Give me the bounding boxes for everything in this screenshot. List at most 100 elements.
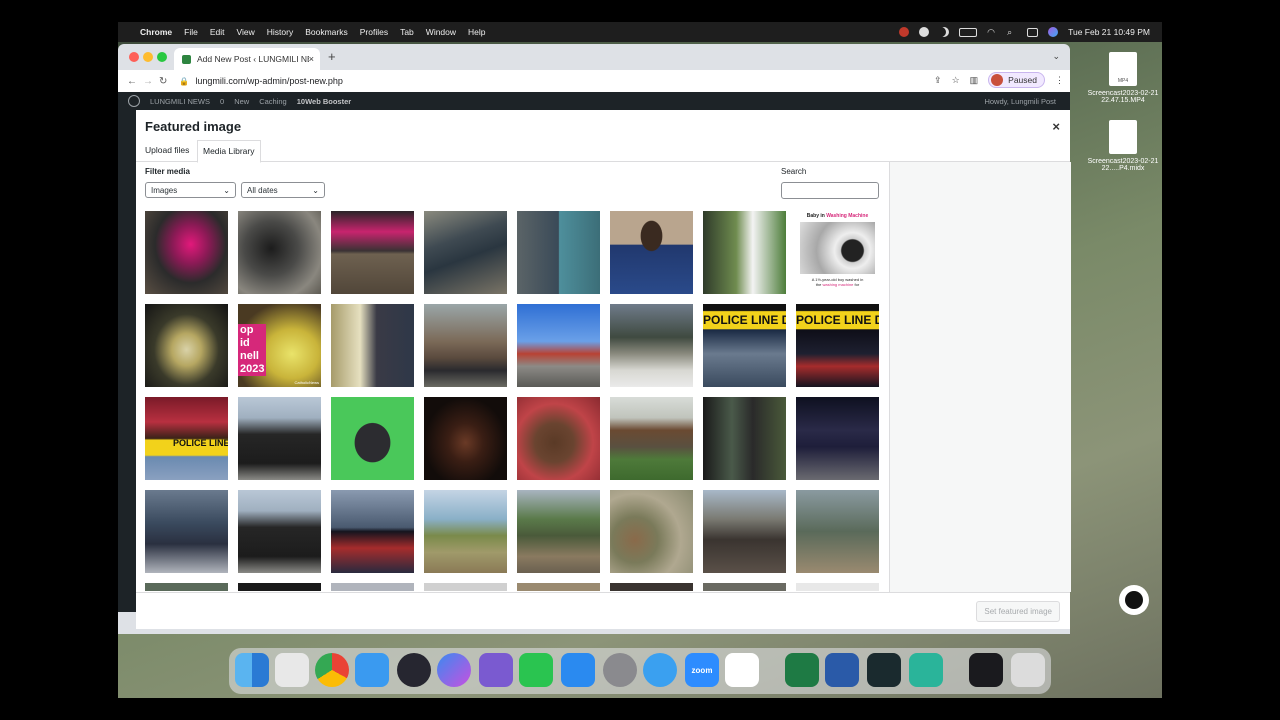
wp-booster[interactable]: 10Web Booster [297, 97, 351, 106]
media-item[interactable] [703, 397, 786, 480]
set-featured-image-button[interactable]: Set featured image [976, 601, 1060, 622]
siri-icon[interactable] [1048, 27, 1059, 37]
menu-profiles[interactable]: Profiles [360, 27, 388, 37]
media-item[interactable] [331, 490, 414, 573]
media-item[interactable] [703, 211, 786, 294]
menu-bookmarks[interactable]: Bookmarks [305, 27, 348, 37]
trash-icon[interactable] [1011, 653, 1045, 687]
chevron-down-icon[interactable]: ⌄ [1052, 51, 1060, 62]
date-filter-select[interactable]: All dates ⌄ [241, 182, 325, 198]
menu-help[interactable]: Help [468, 27, 485, 37]
media-item[interactable] [424, 397, 507, 480]
obs-icon[interactable] [397, 653, 431, 687]
media-item[interactable] [796, 490, 879, 573]
menu-window[interactable]: Window [426, 27, 456, 37]
media-item[interactable]: op id nell 2023 CatholicNews [238, 304, 321, 387]
media-item[interactable] [703, 490, 786, 573]
media-item[interactable] [517, 490, 600, 573]
wordpress-logo-icon[interactable] [128, 95, 140, 107]
finder-icon[interactable] [235, 653, 269, 687]
minimize-window-button[interactable] [143, 52, 153, 62]
lock-icon[interactable]: 🔒 [179, 77, 189, 86]
desktop-file-midx[interactable]: Screencast2023-02-21 22.....P4.midx [1085, 120, 1161, 172]
screen-app-icon[interactable] [909, 653, 943, 687]
media-item[interactable] [517, 211, 600, 294]
app-store-icon[interactable] [561, 653, 595, 687]
viber-icon[interactable] [479, 653, 513, 687]
wifi-icon[interactable]: ◠ [987, 27, 997, 37]
media-item[interactable] [331, 211, 414, 294]
media-item[interactable]: POLICE LINE [145, 397, 228, 480]
screen-capture-icon[interactable] [969, 653, 1003, 687]
moon-icon[interactable] [939, 27, 949, 37]
wp-caching[interactable]: Caching [259, 97, 287, 106]
media-item[interactable] [610, 397, 693, 480]
media-item[interactable] [610, 583, 693, 591]
media-item[interactable] [796, 397, 879, 480]
menu-edit[interactable]: Edit [210, 27, 225, 37]
reload-icon[interactable]: ↻ [159, 76, 167, 87]
address-bar[interactable]: lungmili.com/wp-admin/post-new.php [195, 76, 343, 86]
media-item[interactable] [517, 304, 600, 387]
tab-media-library[interactable]: Media Library [197, 140, 261, 163]
wp-site-name[interactable]: LUNGMILI NEWS [150, 97, 210, 106]
media-item[interactable] [424, 490, 507, 573]
word-icon[interactable] [825, 653, 859, 687]
media-type-select[interactable]: Images ⌄ [145, 182, 236, 198]
media-item[interactable] [238, 583, 321, 591]
menu-app[interactable]: Chrome [140, 27, 172, 37]
wp-howdy[interactable]: Howdy, Lungmili Post [984, 97, 1056, 106]
control-center-icon[interactable] [1027, 27, 1039, 37]
back-icon[interactable]: ← [127, 76, 137, 87]
chrome-icon[interactable] [315, 653, 349, 687]
wp-comments[interactable]: 0 [220, 97, 224, 106]
record-icon[interactable] [899, 27, 910, 37]
media-item[interactable] [331, 304, 414, 387]
desktop-file-mp4[interactable]: MP4 Screencast2023-02-21 22.47.15.MP4 [1085, 52, 1161, 104]
menu-view[interactable]: View [236, 27, 254, 37]
excel-icon[interactable] [785, 653, 819, 687]
media-item[interactable] [610, 490, 693, 573]
menu-history[interactable]: History [267, 27, 293, 37]
media-item[interactable] [610, 211, 693, 294]
system-settings-icon[interactable] [603, 653, 637, 687]
media-item[interactable]: POLICE LINE D [703, 304, 786, 387]
freeform-icon[interactable] [725, 653, 759, 687]
media-item[interactable] [145, 583, 228, 591]
launchpad-icon[interactable] [275, 653, 309, 687]
media-item[interactable] [145, 490, 228, 573]
media-item[interactable] [703, 583, 786, 591]
new-tab-button[interactable]: + [328, 49, 336, 64]
safari-icon[interactable] [643, 653, 677, 687]
zoom-icon[interactable]: zoom [685, 653, 719, 687]
media-item[interactable] [331, 397, 414, 480]
menu-file[interactable]: File [184, 27, 198, 37]
viber-status-icon[interactable] [919, 27, 930, 37]
search-input[interactable] [781, 182, 879, 199]
more-menu-icon[interactable]: ⋮ [1055, 75, 1064, 86]
media-item[interactable] [610, 304, 693, 387]
side-panel-icon[interactable]: ▥ [970, 75, 979, 86]
browser-tab[interactable]: Add New Post ‹ LUNGMILI NEWS — WordPress… [174, 48, 320, 70]
forward-icon[interactable]: → [143, 76, 153, 87]
search-icon[interactable]: ⌕ [1007, 27, 1017, 37]
share-icon[interactable]: ⇪ [934, 75, 942, 86]
messenger-chat-button[interactable] [1119, 585, 1149, 615]
close-window-button[interactable] [129, 52, 139, 62]
menubar-clock[interactable]: Tue Feb 21 10:49 PM [1068, 27, 1150, 37]
media-item[interactable] [424, 583, 507, 591]
profile-button[interactable]: Paused [988, 72, 1045, 88]
media-item[interactable] [796, 583, 879, 591]
zoom-window-button[interactable] [157, 52, 167, 62]
media-item[interactable] [238, 490, 321, 573]
battery-icon[interactable] [959, 27, 978, 37]
filmora-icon[interactable] [867, 653, 901, 687]
whatsapp-icon[interactable] [519, 653, 553, 687]
media-item[interactable] [517, 397, 600, 480]
wp-new[interactable]: New [234, 97, 249, 106]
media-item[interactable] [517, 583, 600, 591]
mail-icon[interactable] [355, 653, 389, 687]
media-item[interactable] [331, 583, 414, 591]
media-item[interactable] [238, 397, 321, 480]
media-item[interactable] [424, 211, 507, 294]
